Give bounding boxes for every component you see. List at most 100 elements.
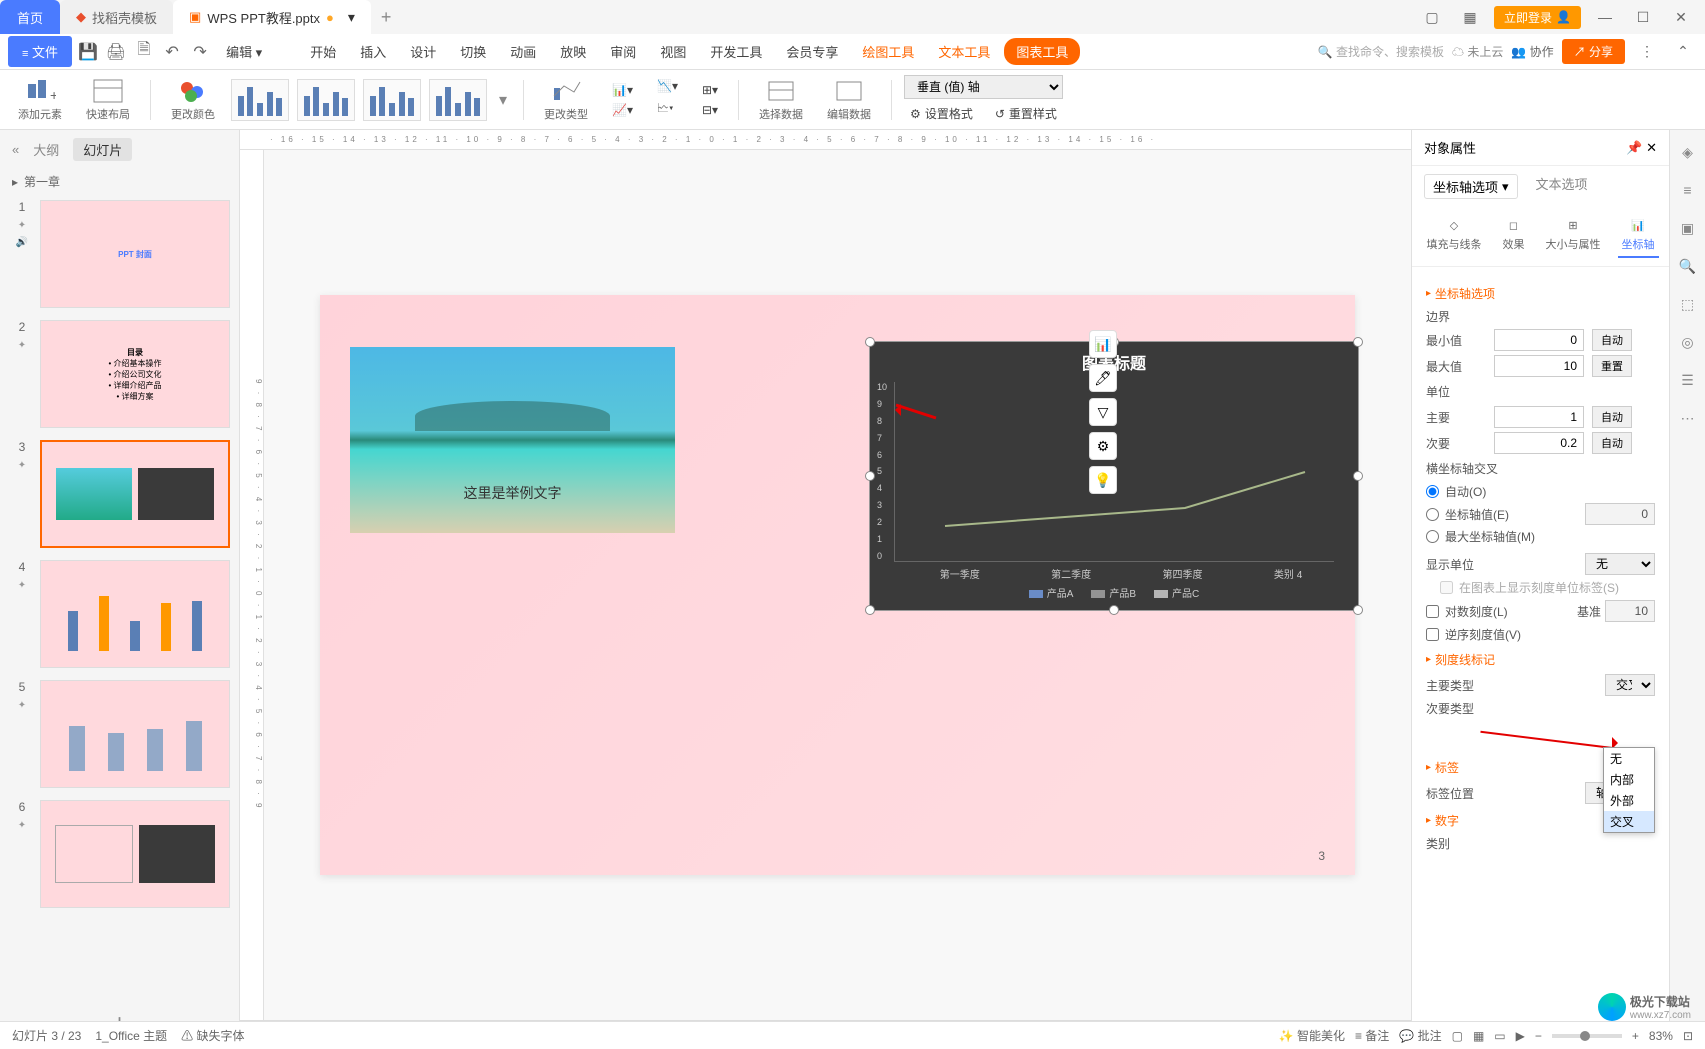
edit-data-group[interactable]: 编辑数据	[819, 74, 879, 126]
rail-target-icon[interactable]: ◎	[1676, 330, 1700, 354]
axis-options-dropdown[interactable]: 坐标轴选项 ▾	[1424, 174, 1518, 199]
rail-fullscreen-icon[interactable]: ⬚	[1676, 292, 1700, 316]
more-icon[interactable]: ⋮	[1633, 38, 1661, 66]
major-input[interactable]	[1494, 406, 1584, 428]
section-header[interactable]: ▸ 第一章	[0, 169, 239, 194]
print-icon[interactable]: 🖨	[104, 40, 128, 64]
slide-canvas[interactable]: 这里是举例文字 图表标题 1	[320, 295, 1355, 875]
beach-image[interactable]: 这里是举例文字	[350, 347, 675, 533]
home-tab[interactable]: 首页	[0, 0, 60, 34]
select-data-group[interactable]: 选择数据	[751, 74, 811, 126]
print-preview-icon[interactable]: 🗎	[132, 40, 156, 64]
menu-insert[interactable]: 插入	[350, 36, 396, 67]
thumb-2[interactable]: 2✦ 目录• 介绍基本操作• 介绍公司文化• 详细介绍产品• 详细方案	[0, 314, 239, 434]
thumb-5[interactable]: 5✦	[0, 674, 239, 794]
max-input[interactable]	[1494, 355, 1584, 377]
handle-bl[interactable]	[865, 605, 875, 615]
change-color-group[interactable]: 更改颜色	[163, 74, 223, 126]
minor-auto-button[interactable]: 自动	[1592, 432, 1632, 454]
display-unit-select[interactable]: 无	[1585, 553, 1655, 575]
max-reset-button[interactable]: 重置	[1592, 355, 1632, 377]
pin-icon[interactable]: 📌	[1626, 140, 1642, 155]
ribbon-misc-1[interactable]: 📊▾	[606, 81, 639, 99]
major-type-select[interactable]: 交叉	[1605, 674, 1655, 696]
template-tab[interactable]: ◆ 找稻壳模板	[60, 0, 173, 34]
menu-view[interactable]: 视图	[650, 36, 696, 67]
chart-elements-icon[interactable]: 📊	[1089, 330, 1117, 358]
add-element-group[interactable]: + 添加元素	[10, 74, 70, 126]
axis-val-radio[interactable]: 坐标轴值(E)	[1426, 503, 1655, 525]
share-button[interactable]: ↗ 分享	[1562, 39, 1625, 64]
minimize-button[interactable]: —	[1591, 3, 1619, 31]
comments-toggle[interactable]: 💬 批注	[1399, 1027, 1441, 1044]
min-auto-button[interactable]: 自动	[1592, 329, 1632, 351]
y-axis[interactable]: 109876543210	[877, 382, 887, 561]
missing-font[interactable]: ⚠ 缺失字体	[181, 1027, 244, 1044]
handle-mr[interactable]	[1353, 471, 1363, 481]
ribbon-misc-2[interactable]: 📈▾	[606, 101, 639, 119]
tick-type-dropdown[interactable]: 无 内部 外部 交叉	[1603, 747, 1655, 833]
redo-icon[interactable]: ↷	[188, 40, 212, 64]
zoom-out-icon[interactable]: −	[1535, 1029, 1542, 1043]
chart-style-1[interactable]	[231, 79, 289, 121]
zoom-value[interactable]: 83%	[1649, 1029, 1673, 1043]
chart-style-more[interactable]: ▾	[495, 86, 511, 114]
axis-section[interactable]: 坐标轴选项	[1426, 285, 1655, 302]
ribbon-misc-5[interactable]: ⊞▾	[696, 81, 724, 99]
chart-style-3[interactable]	[363, 79, 421, 121]
close-panel-icon[interactable]: ✕	[1646, 140, 1657, 155]
chart-styles-icon[interactable]: 🖊	[1089, 364, 1117, 392]
collab-button[interactable]: 👥 协作	[1511, 43, 1553, 60]
reset-style-button[interactable]: ↺ 重置样式	[989, 103, 1063, 124]
thumb-1[interactable]: 1✦🔊 PPT 封面	[0, 194, 239, 314]
opt-none[interactable]: 无	[1604, 748, 1654, 769]
menu-design[interactable]: 设计	[400, 36, 446, 67]
rail-image-icon[interactable]: ▣	[1676, 216, 1700, 240]
view-sorter-icon[interactable]: ▦	[1473, 1029, 1484, 1043]
menu-dev[interactable]: 开发工具	[700, 36, 772, 67]
handle-bm[interactable]	[1109, 605, 1119, 615]
handle-ml[interactable]	[865, 471, 875, 481]
quick-layout-group[interactable]: 快速布局	[78, 74, 138, 126]
set-format-button[interactable]: ⚙ 设置格式	[904, 103, 979, 124]
rail-select-icon[interactable]: ◈	[1676, 140, 1700, 164]
close-button[interactable]: ✕	[1667, 3, 1695, 31]
rail-layer-icon[interactable]: ≡	[1676, 178, 1700, 202]
axis-tab[interactable]: 📊坐标轴	[1618, 215, 1659, 258]
collapse-panel-icon[interactable]: «	[12, 142, 19, 157]
slides-tab[interactable]: 幻灯片	[73, 138, 132, 161]
auto-radio[interactable]: 自动(O)	[1426, 483, 1655, 500]
login-button[interactable]: 立即登录 👤	[1494, 6, 1581, 29]
search-hint[interactable]: 🔍 查找命令、搜索模板	[1318, 43, 1444, 60]
cloud-status[interactable]: ☁ 未上云	[1452, 43, 1503, 60]
log-check[interactable]: 对数刻度(L)基准	[1426, 600, 1655, 622]
effect-tab[interactable]: ◻效果	[1499, 215, 1529, 258]
outline-tab[interactable]: 大纲	[33, 140, 59, 159]
max-axis-radio[interactable]: 最大坐标轴值(M)	[1426, 528, 1655, 545]
menu-start[interactable]: 开始	[300, 36, 346, 67]
chart-settings-icon[interactable]: ⚙	[1089, 432, 1117, 460]
collapse-ribbon-icon[interactable]: ⌃	[1669, 38, 1697, 66]
menu-review[interactable]: 审阅	[600, 36, 646, 67]
thumb-4[interactable]: 4✦	[0, 554, 239, 674]
chart-style-4[interactable]	[429, 79, 487, 121]
app-grid-icon[interactable]: ▦	[1456, 3, 1484, 31]
size-tab[interactable]: ⊞大小与属性	[1542, 215, 1605, 258]
zoom-slider[interactable]	[1552, 1034, 1622, 1038]
min-input[interactable]	[1494, 329, 1584, 351]
menu-slideshow[interactable]: 放映	[550, 36, 596, 67]
beautify-button[interactable]: ✨ 智能美化	[1279, 1027, 1345, 1044]
axis-selector[interactable]: 垂直 (值) 轴	[904, 75, 1063, 99]
save-icon[interactable]: 💾	[76, 40, 100, 64]
menu-draw-tools[interactable]: 绘图工具	[852, 36, 924, 67]
handle-br[interactable]	[1353, 605, 1363, 615]
file-menu[interactable]: ≡ 文件	[8, 36, 72, 67]
opt-inside[interactable]: 内部	[1604, 769, 1654, 790]
document-tab[interactable]: ▣ WPS PPT教程.pptx ● ▾	[173, 0, 371, 34]
handle-tr[interactable]	[1353, 337, 1363, 347]
notes-toggle[interactable]: ≡ 备注	[1355, 1027, 1389, 1044]
fill-tab[interactable]: ◇填充与线条	[1423, 215, 1486, 258]
tab-close-button[interactable]: ▾	[348, 9, 355, 26]
text-options-tab[interactable]: 文本选项	[1536, 174, 1588, 199]
edit-menu[interactable]: 编辑 ▾	[216, 36, 272, 67]
